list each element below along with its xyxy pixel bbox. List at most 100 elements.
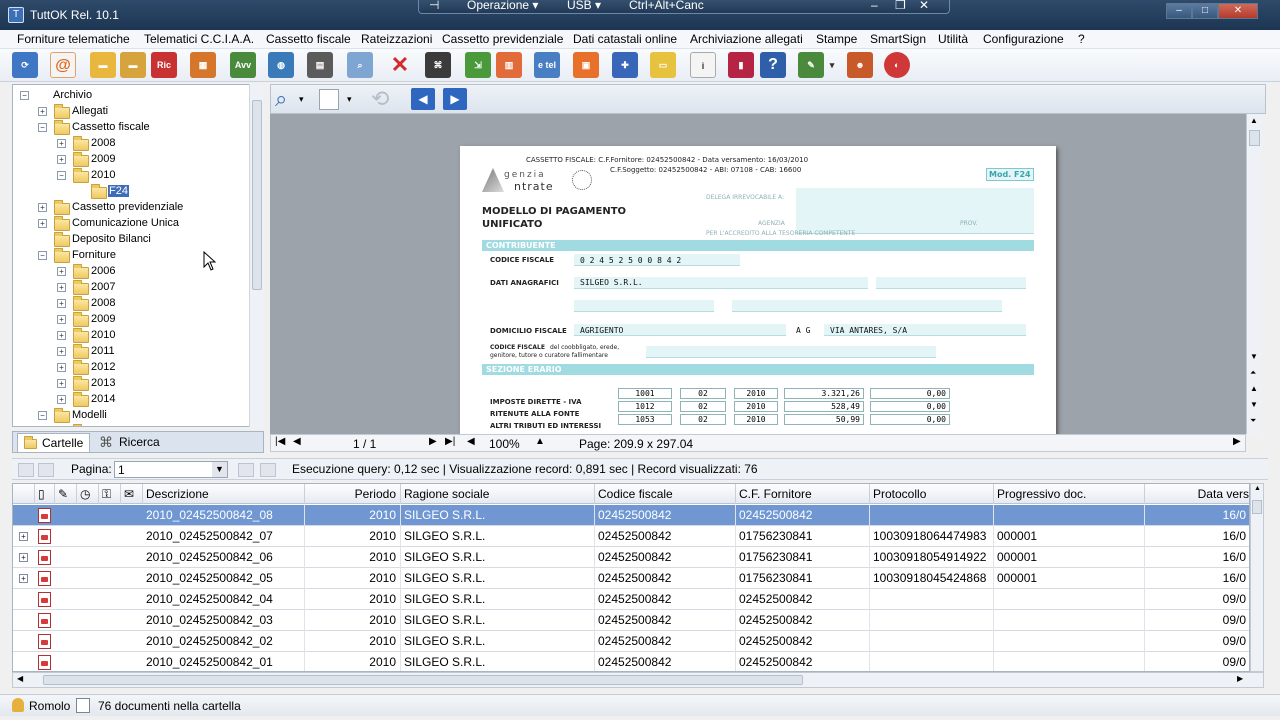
archive-icon[interactable]: ▦	[190, 52, 216, 78]
prev-page-icon[interactable]: ◀	[293, 436, 301, 447]
collapse-icon[interactable]: −	[20, 91, 29, 100]
next-page-icon[interactable]: ▶	[443, 88, 467, 110]
expand-icon[interactable]: +	[57, 299, 66, 308]
pdf-file-icon[interactable]	[38, 634, 51, 649]
tools-icon[interactable]: ✎	[798, 52, 824, 78]
pdf-file-icon[interactable]	[38, 571, 51, 586]
last-records-icon[interactable]	[260, 463, 276, 477]
menu-dati-catastali[interactable]: Dati catastali online	[573, 32, 677, 46]
ctrl-alt-canc-button[interactable]: Ctrl+Alt+Canc	[629, 0, 704, 12]
table-row[interactable]: 2010_02452500842_03 2010 SILGEO S.R.L. 0245…	[13, 610, 1249, 631]
table-row[interactable]: +2010_02452500842_07 2010 SILGEO S.R.L. 024…	[13, 526, 1249, 547]
folder-open-icon[interactable]: ▬	[90, 52, 116, 78]
table-row[interactable]: +2010_02452500842_06 2010 SILGEO S.R.L. 024…	[13, 547, 1249, 568]
pdf-file-icon[interactable]	[38, 550, 51, 565]
scroll-bottom-icon[interactable]: ⏷	[1250, 416, 1256, 426]
chevron-down-icon[interactable]: ▾	[826, 52, 838, 78]
scroll-down-icon[interactable]: ▼	[1250, 352, 1258, 361]
scroll-top-icon[interactable]: ⏶	[1250, 368, 1256, 378]
remote-restore-button[interactable]: ❐	[895, 0, 906, 12]
tree-node-forn-2014[interactable]: + 2014	[13, 392, 243, 408]
remote-minimize-button[interactable]: –	[871, 0, 878, 12]
tree-node-deposito-bilanci[interactable]: Deposito Bilanci	[13, 232, 243, 248]
pin-button[interactable]: ⊣	[429, 0, 439, 12]
refresh-icon[interactable]: ⟳	[12, 52, 38, 78]
menu-cassetto-fiscale[interactable]: Cassetto fiscale	[266, 32, 351, 46]
zoom-level[interactable]: 100%	[489, 437, 520, 451]
expand-icon[interactable]: +	[57, 267, 66, 276]
grid-scrollbar[interactable]: ▲	[1250, 483, 1264, 672]
tree-node-cassetto-fiscale[interactable]: − Cassetto fiscale	[13, 120, 243, 136]
column-ragione-sociale[interactable]: Ragione sociale	[401, 484, 595, 504]
expand-icon[interactable]: +	[57, 347, 66, 356]
clock-column-icon[interactable]: ◷	[77, 484, 99, 504]
minimize-button[interactable]: –	[1166, 3, 1192, 19]
office-icon[interactable]: ▣	[573, 52, 599, 78]
tree-node-cf-2008[interactable]: + 2008	[13, 136, 243, 152]
tree-node-forn-2008[interactable]: + 2008	[13, 296, 243, 312]
first-page-icon[interactable]: |◀	[275, 436, 285, 447]
tree-node-forn-2007[interactable]: + 2007	[13, 280, 243, 296]
table-row[interactable]: 2010_02452500842_01 2010 SILGEO S.R.L. 0245…	[13, 652, 1249, 671]
e-telematico-icon[interactable]: e tel	[534, 52, 560, 78]
expand-row-icon[interactable]: +	[19, 574, 28, 583]
pdf-file-icon[interactable]	[38, 508, 51, 523]
expand-icon[interactable]: +	[38, 107, 47, 116]
pdf-file-icon[interactable]	[38, 613, 51, 628]
expand-icon[interactable]: +	[57, 331, 66, 340]
column-data-versamento[interactable]: Data vers	[1145, 484, 1249, 504]
first-records-icon[interactable]	[18, 463, 34, 477]
tree-node-cf-2009[interactable]: + 2009	[13, 152, 243, 168]
expand-icon[interactable]: +	[57, 139, 66, 148]
network-icon[interactable]: ✚	[612, 52, 638, 78]
box-icon[interactable]: ▭	[650, 52, 676, 78]
scroll-thumb[interactable]	[1252, 500, 1262, 514]
document-viewer[interactable]: CASSETTO FISCALE: C.F.Fornitore: 0245250…	[270, 114, 1246, 434]
tree-node-allegati[interactable]: + Allegati	[13, 104, 243, 120]
collapse-icon[interactable]: −	[38, 123, 47, 132]
expand-icon[interactable]: +	[38, 219, 47, 228]
ricevute-telematiche-icon[interactable]: Ric tel	[151, 52, 177, 78]
table-row[interactable]: +2010_02452500842_05 2010 SILGEO S.R.L. 024…	[13, 568, 1249, 589]
menu-telematici-cciaa[interactable]: Telematici C.C.I.A.A.	[144, 32, 254, 46]
maximize-button[interactable]: □	[1192, 3, 1218, 19]
column-progressivo-doc[interactable]: Progressivo doc.	[994, 484, 1145, 504]
chevron-down-icon[interactable]: ▾	[299, 94, 304, 105]
collapse-icon[interactable]: −	[38, 411, 47, 420]
tree-node-cassetto-previdenziale[interactable]: + Cassetto previdenziale	[13, 200, 243, 216]
chevron-down-icon[interactable]: ▼	[212, 462, 227, 477]
pdf-file-icon[interactable]	[38, 529, 51, 544]
collapse-icon[interactable]: −	[38, 251, 47, 260]
info-icon[interactable]: i	[690, 52, 716, 78]
menu-forniture-telematiche[interactable]: Forniture telematiche	[17, 32, 130, 46]
scroll-thumb[interactable]	[1249, 130, 1260, 146]
menu-utilita[interactable]: Utilità	[938, 32, 968, 46]
scroll-right-icon[interactable]: ▶	[1233, 436, 1241, 447]
power-icon[interactable]: ◐	[884, 52, 910, 78]
tree-node-forn-2013[interactable]: + 2013	[13, 376, 243, 392]
tree-node-comunicazione-unica[interactable]: + Comunicazione Unica	[13, 216, 243, 232]
expand-icon[interactable]: +	[38, 203, 47, 212]
delete-icon[interactable]: ✕	[387, 52, 413, 78]
tab-cartelle[interactable]: Cartelle	[17, 433, 91, 452]
viewer-scrollbar[interactable]: ▲ ▼ ⏶ ▲ ▼ ⏷	[1246, 114, 1262, 434]
operation-menu[interactable]: Operazione ▾	[467, 0, 538, 12]
grid-horizontal-scrollbar[interactable]: ◀ ▶	[12, 672, 1264, 688]
next-records-icon[interactable]	[238, 463, 254, 477]
zoom-in-icon[interactable]: ▲	[535, 436, 545, 447]
remote-close-button[interactable]: ✕	[919, 0, 929, 12]
expand-icon[interactable]: +	[57, 395, 66, 404]
menu-help[interactable]: ?	[1078, 32, 1085, 46]
pdf-file-icon[interactable]	[38, 655, 51, 670]
chevron-down-icon[interactable]: ▾	[347, 94, 352, 105]
help-icon[interactable]: ?	[760, 52, 786, 78]
menu-configurazione[interactable]: Configurazione	[983, 32, 1064, 46]
tree-node-f24[interactable]: F24	[13, 184, 243, 200]
page-down-icon[interactable]: ▼	[1250, 400, 1258, 409]
tree-node-modelli[interactable]: − Modelli	[13, 408, 243, 424]
scroll-left-icon[interactable]: ◀	[17, 674, 23, 683]
page-up-icon[interactable]: ▲	[1250, 384, 1258, 393]
next-page-icon[interactable]: ▶	[429, 436, 437, 447]
expand-icon[interactable]: +	[57, 283, 66, 292]
scroll-thumb[interactable]	[43, 675, 803, 685]
